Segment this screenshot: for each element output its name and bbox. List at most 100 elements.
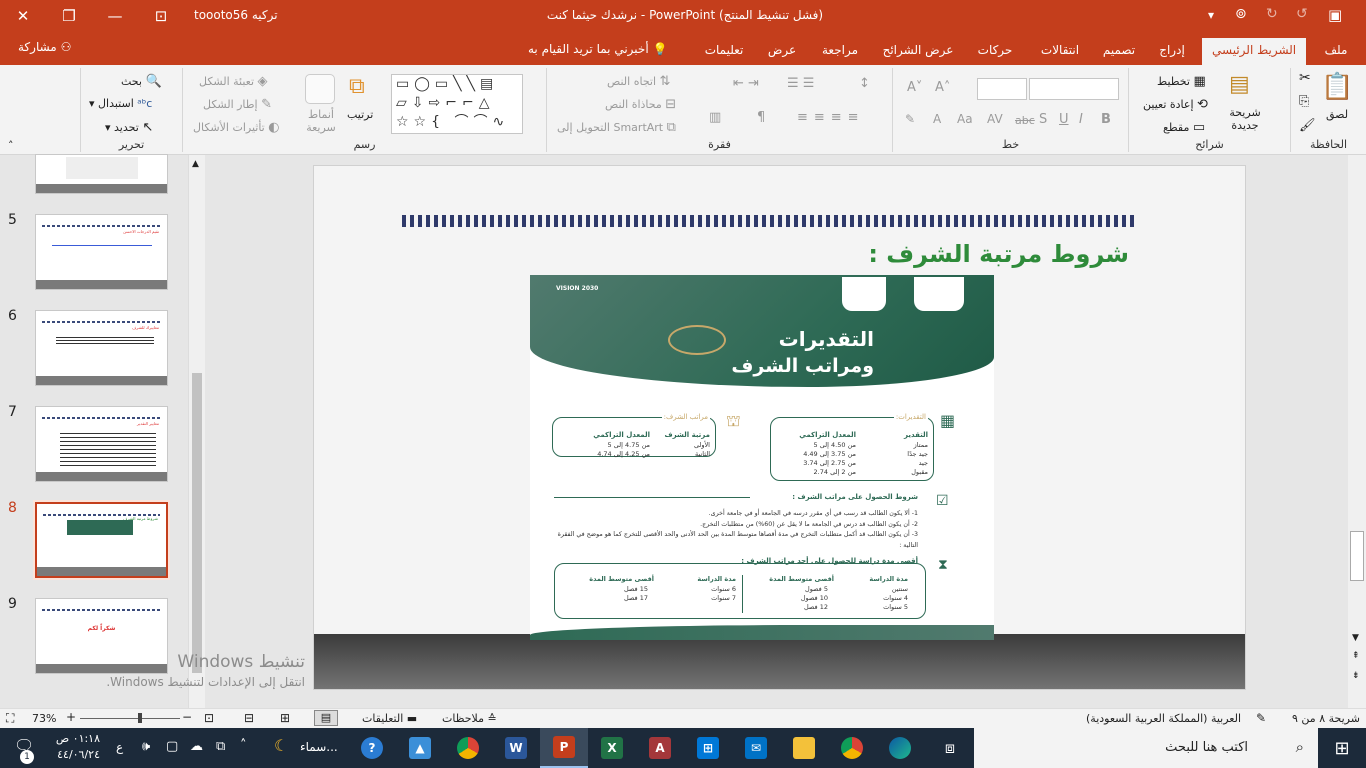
zoom-slider-thumb[interactable]	[138, 713, 142, 723]
copy-icon[interactable]: ⎘	[1299, 94, 1309, 109]
slide-thumbnail-4[interactable]	[35, 154, 168, 194]
taskbar-excel[interactable]: X	[588, 728, 636, 768]
start-button[interactable]: ⊞	[1318, 728, 1366, 768]
notes-button[interactable]: ملاحظات ≙	[442, 712, 497, 725]
network-icon[interactable]: ▢	[166, 739, 178, 754]
present-icon[interactable]: ⊚	[1235, 6, 1247, 22]
taskbar-edge[interactable]	[876, 728, 924, 768]
restore-window-button[interactable]: ❐	[46, 0, 92, 32]
taskbar-access[interactable]: A	[636, 728, 684, 768]
save-icon[interactable]: ▣	[1328, 6, 1342, 24]
alignment-icons[interactable]: ≡≡≡≡	[797, 110, 865, 125]
format-painter-icon[interactable]: 🖌	[1299, 118, 1316, 133]
bullets-icon[interactable]: ☰ ☰	[787, 76, 814, 91]
input-language[interactable]: ع	[116, 740, 123, 754]
taskbar-help[interactable]: ?	[348, 728, 396, 768]
replace-button[interactable]: ▾ استبدال ᵃᵇc	[89, 97, 152, 110]
scroll-up-icon[interactable]: ▲	[192, 159, 199, 169]
tab-insert[interactable]: إدراج	[1156, 38, 1188, 65]
weather-moon-icon[interactable]: ☾	[274, 736, 288, 755]
share-button[interactable]: مشاركة ⚇	[18, 40, 71, 54]
increase-font-icon[interactable]: A˄	[935, 80, 950, 95]
layout-button[interactable]: تخطيط ▦	[1157, 74, 1206, 89]
weather-text[interactable]: سماء...	[300, 740, 338, 754]
thumbnail-scroll-thumb[interactable]	[192, 373, 202, 673]
slide-sorter-icon[interactable]: ⊞	[280, 711, 290, 725]
find-button[interactable]: بحث 🔍	[121, 74, 162, 89]
indent-icons[interactable]: ⇤ ⇥	[733, 76, 759, 91]
paste-button[interactable]: لصق	[1326, 108, 1348, 121]
user-name[interactable]: toooto56 تركيه	[194, 8, 278, 22]
text-direction-button[interactable]: اتجاه النص ⇅	[607, 74, 670, 89]
close-window-button[interactable]: ✕	[0, 0, 46, 32]
italic-icon[interactable]: I	[1079, 112, 1083, 127]
show-hidden-icons[interactable]: ˄	[240, 738, 247, 753]
tell-me-search[interactable]: أخبرني بما تريد القيام به 💡	[528, 42, 667, 56]
clock[interactable]: ٠١:١٨ ص ٤٤/٠٦/٢٤	[54, 731, 100, 763]
zoom-out-icon[interactable]: −	[182, 710, 192, 724]
thumbnail-scrollbar[interactable]: ▲	[188, 155, 205, 708]
slide-scroll-thumb[interactable]	[1350, 531, 1364, 581]
tab-home[interactable]: الشريط الرئيسي	[1202, 38, 1307, 65]
tab-animations[interactable]: حركات	[974, 38, 1016, 65]
slide-canvas[interactable]: شروط مرتبة الشرف : VISION 2030 التقديرات…	[313, 165, 1246, 690]
slide-thumbnail-pane[interactable]: 5 تقيم الدرجات الاحسن 6 معاييرك للشرف 7 …	[0, 154, 205, 708]
taskbar-store[interactable]: ⊞	[684, 728, 732, 768]
columns-icon[interactable]: ▥	[709, 110, 721, 125]
char-spacing-icon[interactable]: AV	[987, 112, 1003, 126]
taskbar-word[interactable]: W	[492, 728, 540, 768]
collapse-ribbon-icon[interactable]: ˄	[8, 139, 14, 152]
new-slide-icon[interactable]: ▤	[1229, 72, 1250, 97]
previous-slide-icon[interactable]: ⇞	[1352, 651, 1360, 661]
bold-icon[interactable]: B	[1101, 112, 1111, 127]
taskbar-search-box[interactable]: اكتب هنا للبحث ⌕	[974, 728, 1318, 768]
slide-heading[interactable]: شروط مرتبة الشرف :	[868, 240, 1129, 268]
undo-icon[interactable]: ↺	[1296, 6, 1308, 22]
tab-design[interactable]: تصميم	[1100, 38, 1138, 65]
normal-view-icon[interactable]: ▤	[314, 710, 338, 726]
slide-thumbnail-5[interactable]: تقيم الدرجات الاحسن	[35, 214, 168, 290]
taskbar-chrome[interactable]	[828, 728, 876, 768]
slide-scrollbar[interactable]: ▼ ⇞ ⇟	[1348, 155, 1366, 708]
font-size-field[interactable]	[977, 78, 1027, 100]
zoom-in-icon[interactable]: +	[66, 710, 76, 724]
zoom-level[interactable]: 73%	[32, 712, 56, 725]
taskbar-explorer[interactable]	[780, 728, 828, 768]
quick-styles-icon[interactable]	[305, 74, 335, 104]
arrange-button[interactable]: ترتيب	[347, 108, 373, 121]
underline-icon[interactable]: U	[1059, 112, 1069, 127]
slide-thumbnail-8-selected[interactable]: شروط مرتبة الشرف	[33, 500, 170, 580]
taskbar-chrome-profile[interactable]	[444, 728, 492, 768]
accessibility-icon[interactable]: ✎	[1256, 711, 1266, 725]
paste-icon[interactable]: 📋	[1321, 72, 1353, 102]
arrange-icon[interactable]: ⧉	[349, 74, 365, 99]
cut-icon[interactable]: ✂	[1299, 70, 1311, 86]
shape-outline-button[interactable]: إطار الشكل ✎	[203, 97, 272, 112]
scroll-down-icon[interactable]: ▼	[1352, 633, 1359, 643]
tab-file[interactable]: ملف	[1318, 38, 1354, 65]
honors-poster-image[interactable]: VISION 2030 التقديرات ومراتب الشرف التقد…	[530, 275, 994, 640]
shape-effects-button[interactable]: تأثيرات الأشكال ◐	[193, 120, 280, 135]
tab-view[interactable]: عرض	[764, 38, 800, 65]
comments-button[interactable]: التعليقات ▬	[362, 712, 417, 725]
next-slide-icon[interactable]: ⇟	[1352, 671, 1360, 681]
zoom-slider[interactable]	[80, 718, 180, 719]
shape-fill-button[interactable]: تعبئة الشكل ◈	[199, 74, 268, 89]
align-text-button[interactable]: محاذاة النص ⊟	[605, 97, 676, 112]
minimize-window-button[interactable]: —	[92, 0, 138, 32]
fit-slide-icon[interactable]: ⛶	[6, 711, 14, 726]
quick-styles-button[interactable]: أنماط سريعة	[301, 108, 341, 134]
volume-icon[interactable]: 🕪	[142, 739, 150, 754]
reading-view-icon[interactable]: ⊟	[244, 711, 254, 725]
rtl-icon[interactable]: ¶	[757, 110, 765, 125]
customize-qat-icon[interactable]: ▾	[1208, 8, 1214, 22]
reset-button[interactable]: إعادة تعيين ⟲	[1143, 97, 1208, 112]
tab-help[interactable]: تعليمات	[700, 38, 748, 65]
change-case-icon[interactable]: Aa	[957, 112, 973, 126]
highlight-icon[interactable]: ✎	[905, 112, 915, 126]
slideshow-view-icon[interactable]: ⊡	[204, 711, 214, 725]
font-color-icon[interactable]: A	[933, 112, 941, 126]
select-button[interactable]: ▾ تحديد ↖	[105, 120, 153, 135]
taskbar-task-view[interactable]: ⧈	[926, 728, 974, 768]
strikethrough-icon[interactable]: abc	[1015, 114, 1035, 127]
